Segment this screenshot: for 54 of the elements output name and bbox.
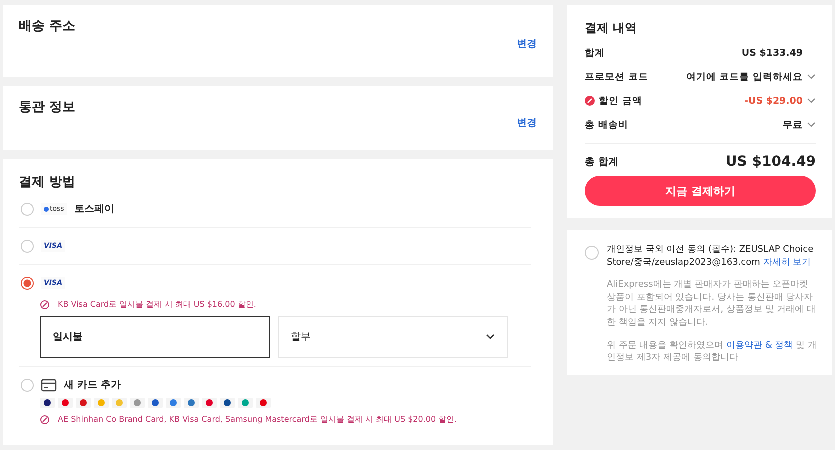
summary-label: 프로모션 코드 [585, 70, 648, 84]
summary-label: 할인 금액 [599, 94, 642, 108]
consent-checkbox[interactable] [585, 246, 599, 260]
card-brand-icon [148, 398, 163, 408]
chevron-down-icon [486, 334, 495, 340]
radio-button[interactable] [21, 378, 34, 392]
total-label: 총 합계 [585, 156, 618, 169]
card-brand-icon [220, 398, 235, 408]
terms-link[interactable]: 이용약관 & 정책 [726, 340, 794, 351]
card-brand-icon [130, 398, 145, 408]
section-title: 통관 정보 [19, 99, 76, 116]
card-brand-icon [40, 398, 55, 408]
card-brand-icon [202, 398, 217, 408]
card-brand-icon [112, 398, 127, 408]
notice-text: AliExpress에는 개별 판매자가 판매하는 오픈마켓 상품이 포함되어 있습니다. 당사는 통신판매 당사자가 아닌 통신판매중개자로서, 상품정보 및 거래에 대한 책임을 지지 않습니다. [607, 279, 818, 330]
chevron-down-icon[interactable] [807, 98, 816, 104]
chevron-down-icon[interactable] [807, 122, 816, 128]
discount-icon [40, 414, 50, 424]
method-label: 토스페이 [74, 203, 114, 216]
radio-button[interactable] [21, 202, 34, 216]
promo-code-field[interactable]: 여기에 코드를 입력하세요 [686, 70, 803, 84]
discount-note: KB Visa Card로 일시불 결제 시 최대 US $16.00 할인. [58, 299, 256, 310]
credit-card-icon [41, 378, 57, 392]
radio-button[interactable] [21, 240, 34, 252]
summary-label: 총 배송비 [585, 118, 628, 132]
change-link[interactable]: 변경 [517, 116, 537, 130]
summary-value: US $133.49 [742, 48, 803, 58]
radio-button[interactable] [21, 276, 34, 290]
card-brand-icon [58, 398, 73, 408]
summary-label: 합계 [585, 46, 605, 60]
section-title: 결제 내역 [585, 20, 638, 37]
card-brand-icon [256, 398, 271, 408]
chevron-down-icon[interactable] [807, 74, 816, 80]
details-link[interactable]: 자세히 보기 [763, 258, 812, 268]
change-link[interactable]: 변경 [517, 37, 537, 51]
card-brand-icon [238, 398, 253, 408]
discount-icon [40, 300, 50, 310]
installment-option[interactable]: 일시불 [40, 316, 270, 358]
consent-text: 개인정보 국외 이전 동의 (필수): ZEUSLAP Choice Store/중국/zeuslap2023@163.com 자세히 보기 [607, 244, 815, 270]
card-brand-icon [184, 398, 199, 408]
section-title: 배송 주소 [19, 18, 76, 35]
pay-now-button[interactable]: 지금 결제하기 [585, 176, 816, 206]
method-label: 새 카드 추가 [64, 379, 121, 392]
discount-icon [585, 96, 595, 106]
installment-dropdown[interactable]: 할부 [278, 316, 508, 358]
section-title: 결제 방법 [19, 175, 76, 190]
summary-value: -US $29.00 [744, 96, 803, 106]
total-amount: US $104.49 [726, 154, 816, 170]
card-brand-icon [76, 398, 91, 408]
summary-value: 무료 [783, 118, 803, 132]
card-brand-icon [166, 398, 181, 408]
discount-note: AE Shinhan Co Brand Card, KB Visa Card, Samsung Mastercard로 일시불 결제 시 최대 US $20.00 할인. [58, 414, 458, 425]
card-brand-icon [94, 398, 109, 408]
agreement-text: 위 주문 내용을 확인하였으며 이용약관 & 정책 및 개인정보 제3자 제공에 동의합니다 [607, 340, 818, 365]
